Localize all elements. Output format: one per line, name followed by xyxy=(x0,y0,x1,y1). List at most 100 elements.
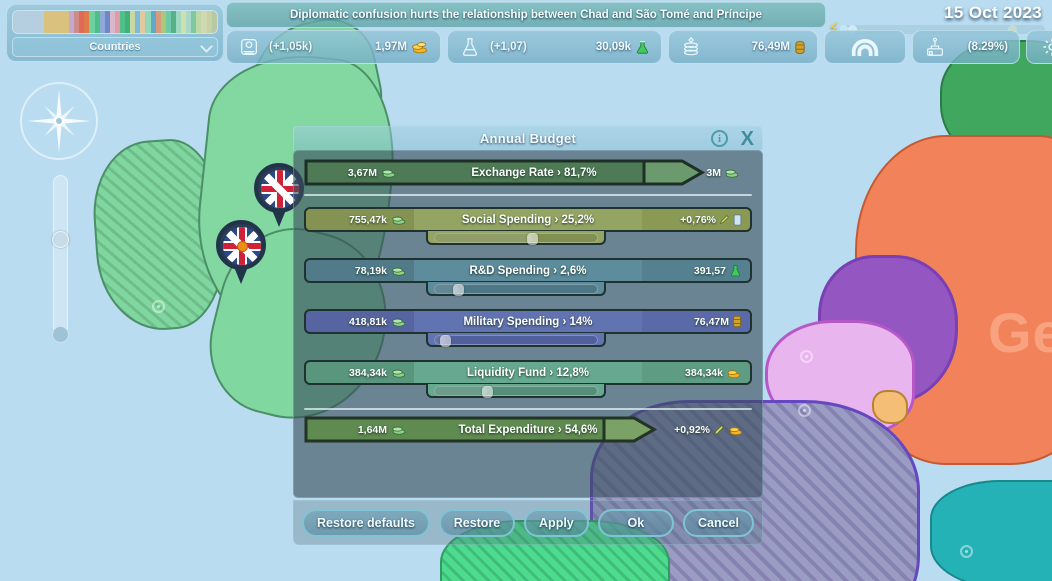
money-icon xyxy=(391,316,407,327)
budget-right-value: 391,57 xyxy=(694,265,726,277)
budget-slider-track[interactable] xyxy=(434,335,598,345)
city-marker[interactable] xyxy=(798,404,811,417)
apply-button[interactable]: Apply xyxy=(524,509,589,537)
population-delta: (+1,05k) xyxy=(269,41,312,53)
restore-button[interactable]: Restore xyxy=(439,509,516,537)
budget-row-bar[interactable]: 384,34kLiquidity Fund › 12,8%384,34k xyxy=(304,360,752,385)
annual-budget-dialog: Annual Budget i X 3,67M xyxy=(293,126,763,523)
budget-slider-handle[interactable] xyxy=(440,335,451,347)
budget-right-value-wrap: 391,57 xyxy=(642,260,750,281)
map-zoom-handle-bottom[interactable] xyxy=(52,326,69,343)
map-zoom-handle[interactable] xyxy=(52,231,69,248)
population-icon xyxy=(238,36,260,58)
budget-right-value: 384,34k xyxy=(685,367,723,379)
total-label: Total Expenditure › 54,6% xyxy=(414,424,642,436)
alert-dot-icon xyxy=(237,241,248,252)
uk-flag-icon xyxy=(223,227,261,265)
resource-pill-row: (+1,05k) 1,97M (+1,07) xyxy=(226,30,1052,64)
research-flask-icon xyxy=(459,36,481,58)
resource-research[interactable]: (+1,07) 30,09k xyxy=(447,30,662,64)
budget-row-social-spending[interactable]: 755,47k Social Spending › 25,2%+0,76% xyxy=(304,207,752,247)
map-country-label-germany: Ge xyxy=(988,300,1052,365)
budget-left-value: 78,19k xyxy=(355,265,387,277)
top-hud-bar: Countries Diplomatic confusion hurts the… xyxy=(0,0,1052,68)
budget-row-bar[interactable]: 755,47k Social Spending › 25,2%+0,76% xyxy=(304,207,752,232)
budget-row-rd-spending[interactable]: 78,19k R&D Spending › 2,6% 391,57 xyxy=(304,258,752,298)
money-icon xyxy=(391,265,407,276)
city-marker[interactable] xyxy=(960,545,973,558)
budget-slider-wrap xyxy=(304,333,752,349)
close-icon[interactable]: X xyxy=(741,127,754,151)
budget-slider-track[interactable] xyxy=(434,386,598,396)
budget-right-value-wrap: +0,76% xyxy=(642,209,750,230)
budget-row-bar[interactable]: 418,81kMilitary Spending › 14%76,47M xyxy=(304,309,752,334)
dome-button[interactable] xyxy=(824,30,906,64)
money-icon xyxy=(381,167,397,178)
landmass-luxembourg[interactable] xyxy=(872,390,908,424)
research-value: 30,09k xyxy=(596,41,631,53)
exchange-rate-row[interactable]: 3,67M Exchange Rate › 81,7% 3M xyxy=(304,159,752,186)
industry-button[interactable]: (8.29%) xyxy=(912,30,1020,64)
factory-icon xyxy=(924,36,946,58)
materials-value: 76,49M xyxy=(752,41,790,53)
landmass-switzerland[interactable] xyxy=(930,480,1052,581)
budget-label: R&D Spending › 2,6% xyxy=(414,260,642,281)
resources-stack-icon xyxy=(680,36,702,58)
budget-left-value-wrap: 418,81k xyxy=(306,311,414,332)
dialog-body: 3,67M Exchange Rate › 81,7% 3M xyxy=(293,150,763,498)
compass-rose-icon xyxy=(20,82,98,160)
map-pin-uk-south[interactable] xyxy=(216,220,266,286)
budget-left-value-wrap: 384,34k xyxy=(306,362,414,383)
country-color-strip[interactable] xyxy=(12,10,218,34)
budget-row-military-spending[interactable]: 418,81kMilitary Spending › 14%76,47M xyxy=(304,309,752,349)
budget-label: Social Spending › 25,2% xyxy=(414,209,642,230)
exchange-label: Exchange Rate › 81,7% xyxy=(404,167,664,179)
budget-rows: 755,47k Social Spending › 25,2%+0,76% 78,1… xyxy=(304,207,752,400)
population-value: 1,97M xyxy=(375,41,407,53)
city-marker[interactable] xyxy=(800,350,813,363)
budget-left-value: 755,47k xyxy=(349,214,387,226)
gold-coins-icon xyxy=(728,424,744,436)
budget-right-value-wrap: 384,34k xyxy=(642,362,750,383)
gear-icon xyxy=(1041,36,1052,58)
restore-defaults-button[interactable]: Restore defaults xyxy=(302,509,430,537)
pencil-icon xyxy=(719,214,730,225)
barrel-icon xyxy=(794,40,806,55)
budget-row-liquidity-fund[interactable]: 384,34kLiquidity Fund › 12,8%384,34k xyxy=(304,360,752,400)
settings-button[interactable] xyxy=(1026,30,1052,64)
resource-population[interactable]: (+1,05k) 1,97M xyxy=(226,30,441,64)
budget-right-value-wrap: 76,47M xyxy=(642,311,750,332)
info-icon[interactable]: i xyxy=(711,130,728,147)
budget-row-bar[interactable]: 78,19k R&D Spending › 2,6% 391,57 xyxy=(304,258,752,283)
budget-slider-wrap xyxy=(304,384,752,400)
money-icon xyxy=(391,367,407,378)
budget-slider-wrap xyxy=(304,282,752,298)
budget-left-value-wrap: 755,47k xyxy=(306,209,414,230)
research-delta: (+1,07) xyxy=(490,41,527,53)
budget-slider-track[interactable] xyxy=(434,284,598,294)
green-flask-icon xyxy=(635,40,650,55)
dialog-title: Annual Budget xyxy=(480,131,576,146)
city-marker[interactable] xyxy=(152,300,165,313)
total-expenditure-row: 1,64M Total Expenditure › 54,6% +0,92% xyxy=(304,416,752,443)
resource-materials[interactable]: 76,49M xyxy=(668,30,818,64)
country-overview-panel: Countries xyxy=(6,4,224,62)
total-left-value: 1,64M xyxy=(358,424,387,436)
budget-slider-wrap xyxy=(304,231,752,247)
budget-label: Liquidity Fund › 12,8% xyxy=(414,362,642,383)
budget-slider-track[interactable] xyxy=(434,233,598,243)
green-flask-icon xyxy=(729,264,742,277)
news-ticker[interactable]: Diplomatic confusion hurts the relations… xyxy=(226,2,826,28)
ok-button[interactable]: Ok xyxy=(598,509,675,537)
cancel-button[interactable]: Cancel xyxy=(683,509,754,537)
divider xyxy=(304,194,752,196)
pencil-icon xyxy=(713,424,725,436)
budget-slider-handle[interactable] xyxy=(482,386,493,398)
budget-slider-handle[interactable] xyxy=(527,233,538,245)
map-zoom-slider[interactable] xyxy=(53,175,68,335)
budget-slider-handle[interactable] xyxy=(453,284,464,296)
country-select-dropdown[interactable]: Countries xyxy=(12,37,218,57)
budget-left-value-wrap: 78,19k xyxy=(306,260,414,281)
total-right-value: +0,92% xyxy=(674,424,710,436)
news-ticker-text: Diplomatic confusion hurts the relations… xyxy=(290,9,762,21)
